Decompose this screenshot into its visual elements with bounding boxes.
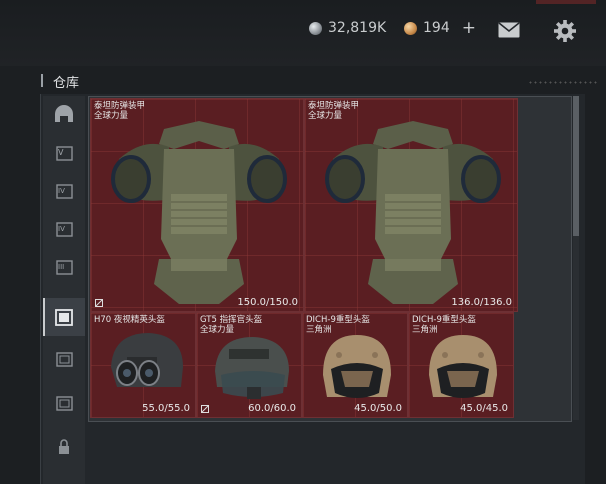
armor-selected-icon xyxy=(55,309,73,326)
inventory-item[interactable]: H70 夜视精英头盔 55.0/55.0 xyxy=(90,312,196,418)
scrollbar-thumb[interactable] xyxy=(573,96,579,236)
item-durability: 136.0/136.0 xyxy=(451,297,512,308)
item-durability: 45.0/50.0 xyxy=(354,403,402,414)
silver-coin-icon xyxy=(309,21,322,35)
svg-text:IV: IV xyxy=(58,225,65,233)
sidebar-item-armor-iv[interactable]: IV xyxy=(43,172,85,210)
heavy-helmet-icon xyxy=(323,335,391,398)
sidebar-item-selected[interactable] xyxy=(43,298,85,336)
lock-icon xyxy=(59,439,69,454)
section-title: 仓库 xyxy=(53,76,80,91)
armor-i-icon xyxy=(56,396,73,411)
inventory-item[interactable]: DICH-9重型头盔 三角洲 45.0/50.0 xyxy=(302,312,408,418)
mail-icon[interactable] xyxy=(498,22,520,38)
broken-icon xyxy=(95,299,103,307)
nightvision-helmet-icon xyxy=(111,333,183,387)
sidebar-item-locked[interactable] xyxy=(43,428,85,466)
inventory-item[interactable]: 泰坦防弹装甲 全球力量 136.0/136.0 xyxy=(304,98,518,312)
item-durability: 150.0/150.0 xyxy=(237,297,298,308)
sidebar-item-armor-v[interactable]: V xyxy=(43,134,85,172)
gold-coin-icon xyxy=(404,21,417,35)
decorative-dots xyxy=(528,80,598,86)
heavy-helmet-icon xyxy=(429,335,497,398)
armor-iv-icon: IV xyxy=(56,184,73,199)
item-name: H70 夜视精英头盔 xyxy=(94,315,165,325)
gold-amount: 194 xyxy=(423,20,450,36)
inventory-item[interactable]: DICH-9重型头盔 三角洲 45.0/45.0 xyxy=(408,312,514,418)
inventory-item[interactable]: GT5 指挥官头盔 全球力量 60.0/60.0 xyxy=(196,312,302,418)
sidebar-item-armor-iii[interactable]: III xyxy=(43,248,85,286)
svg-text:IV: IV xyxy=(58,187,65,195)
broken-icon xyxy=(201,405,209,413)
add-gold-button[interactable]: + xyxy=(462,20,476,37)
item-name-line1: DICH-9重型头盔 xyxy=(306,315,370,325)
body-armor-icon xyxy=(325,121,501,304)
gold-currency: 194 + xyxy=(404,20,476,37)
inventory-item[interactable]: 泰坦防弹装甲 全球力量 150.0/150.0 xyxy=(90,98,304,312)
item-name-line1: GT5 指挥官头盔 xyxy=(200,315,263,325)
silver-amount: 32,819K xyxy=(328,20,387,36)
sidebar-item-armor-ii[interactable] xyxy=(43,340,85,378)
svg-text:V: V xyxy=(58,148,64,157)
svg-text:III: III xyxy=(58,263,64,271)
helmet-category-icon xyxy=(55,105,73,122)
armor-ii-icon xyxy=(56,352,73,367)
section-marker xyxy=(41,74,43,87)
item-name-line1: DICH-9重型头盔 xyxy=(412,315,476,325)
sidebar-item-helmet[interactable] xyxy=(43,96,85,134)
top-accent-line xyxy=(536,0,596,4)
item-durability: 55.0/55.0 xyxy=(142,403,190,414)
sidebar-item-armor-iv-alt[interactable]: IV xyxy=(43,210,85,248)
armor-iii-icon: III xyxy=(56,260,73,275)
sidebar-item-armor-i[interactable] xyxy=(43,384,85,422)
tactical-helmet-icon xyxy=(215,337,289,399)
silver-currency: 32,819K xyxy=(309,20,386,36)
armor-iv-alt-icon: IV xyxy=(56,222,73,237)
body-armor-icon xyxy=(111,121,287,304)
armor-v-icon: V xyxy=(56,146,73,161)
gear-icon[interactable] xyxy=(553,19,577,43)
item-durability: 45.0/45.0 xyxy=(460,403,508,414)
item-name-line1: H70 夜视精英头盔 xyxy=(94,315,165,325)
item-durability: 60.0/60.0 xyxy=(248,403,296,414)
